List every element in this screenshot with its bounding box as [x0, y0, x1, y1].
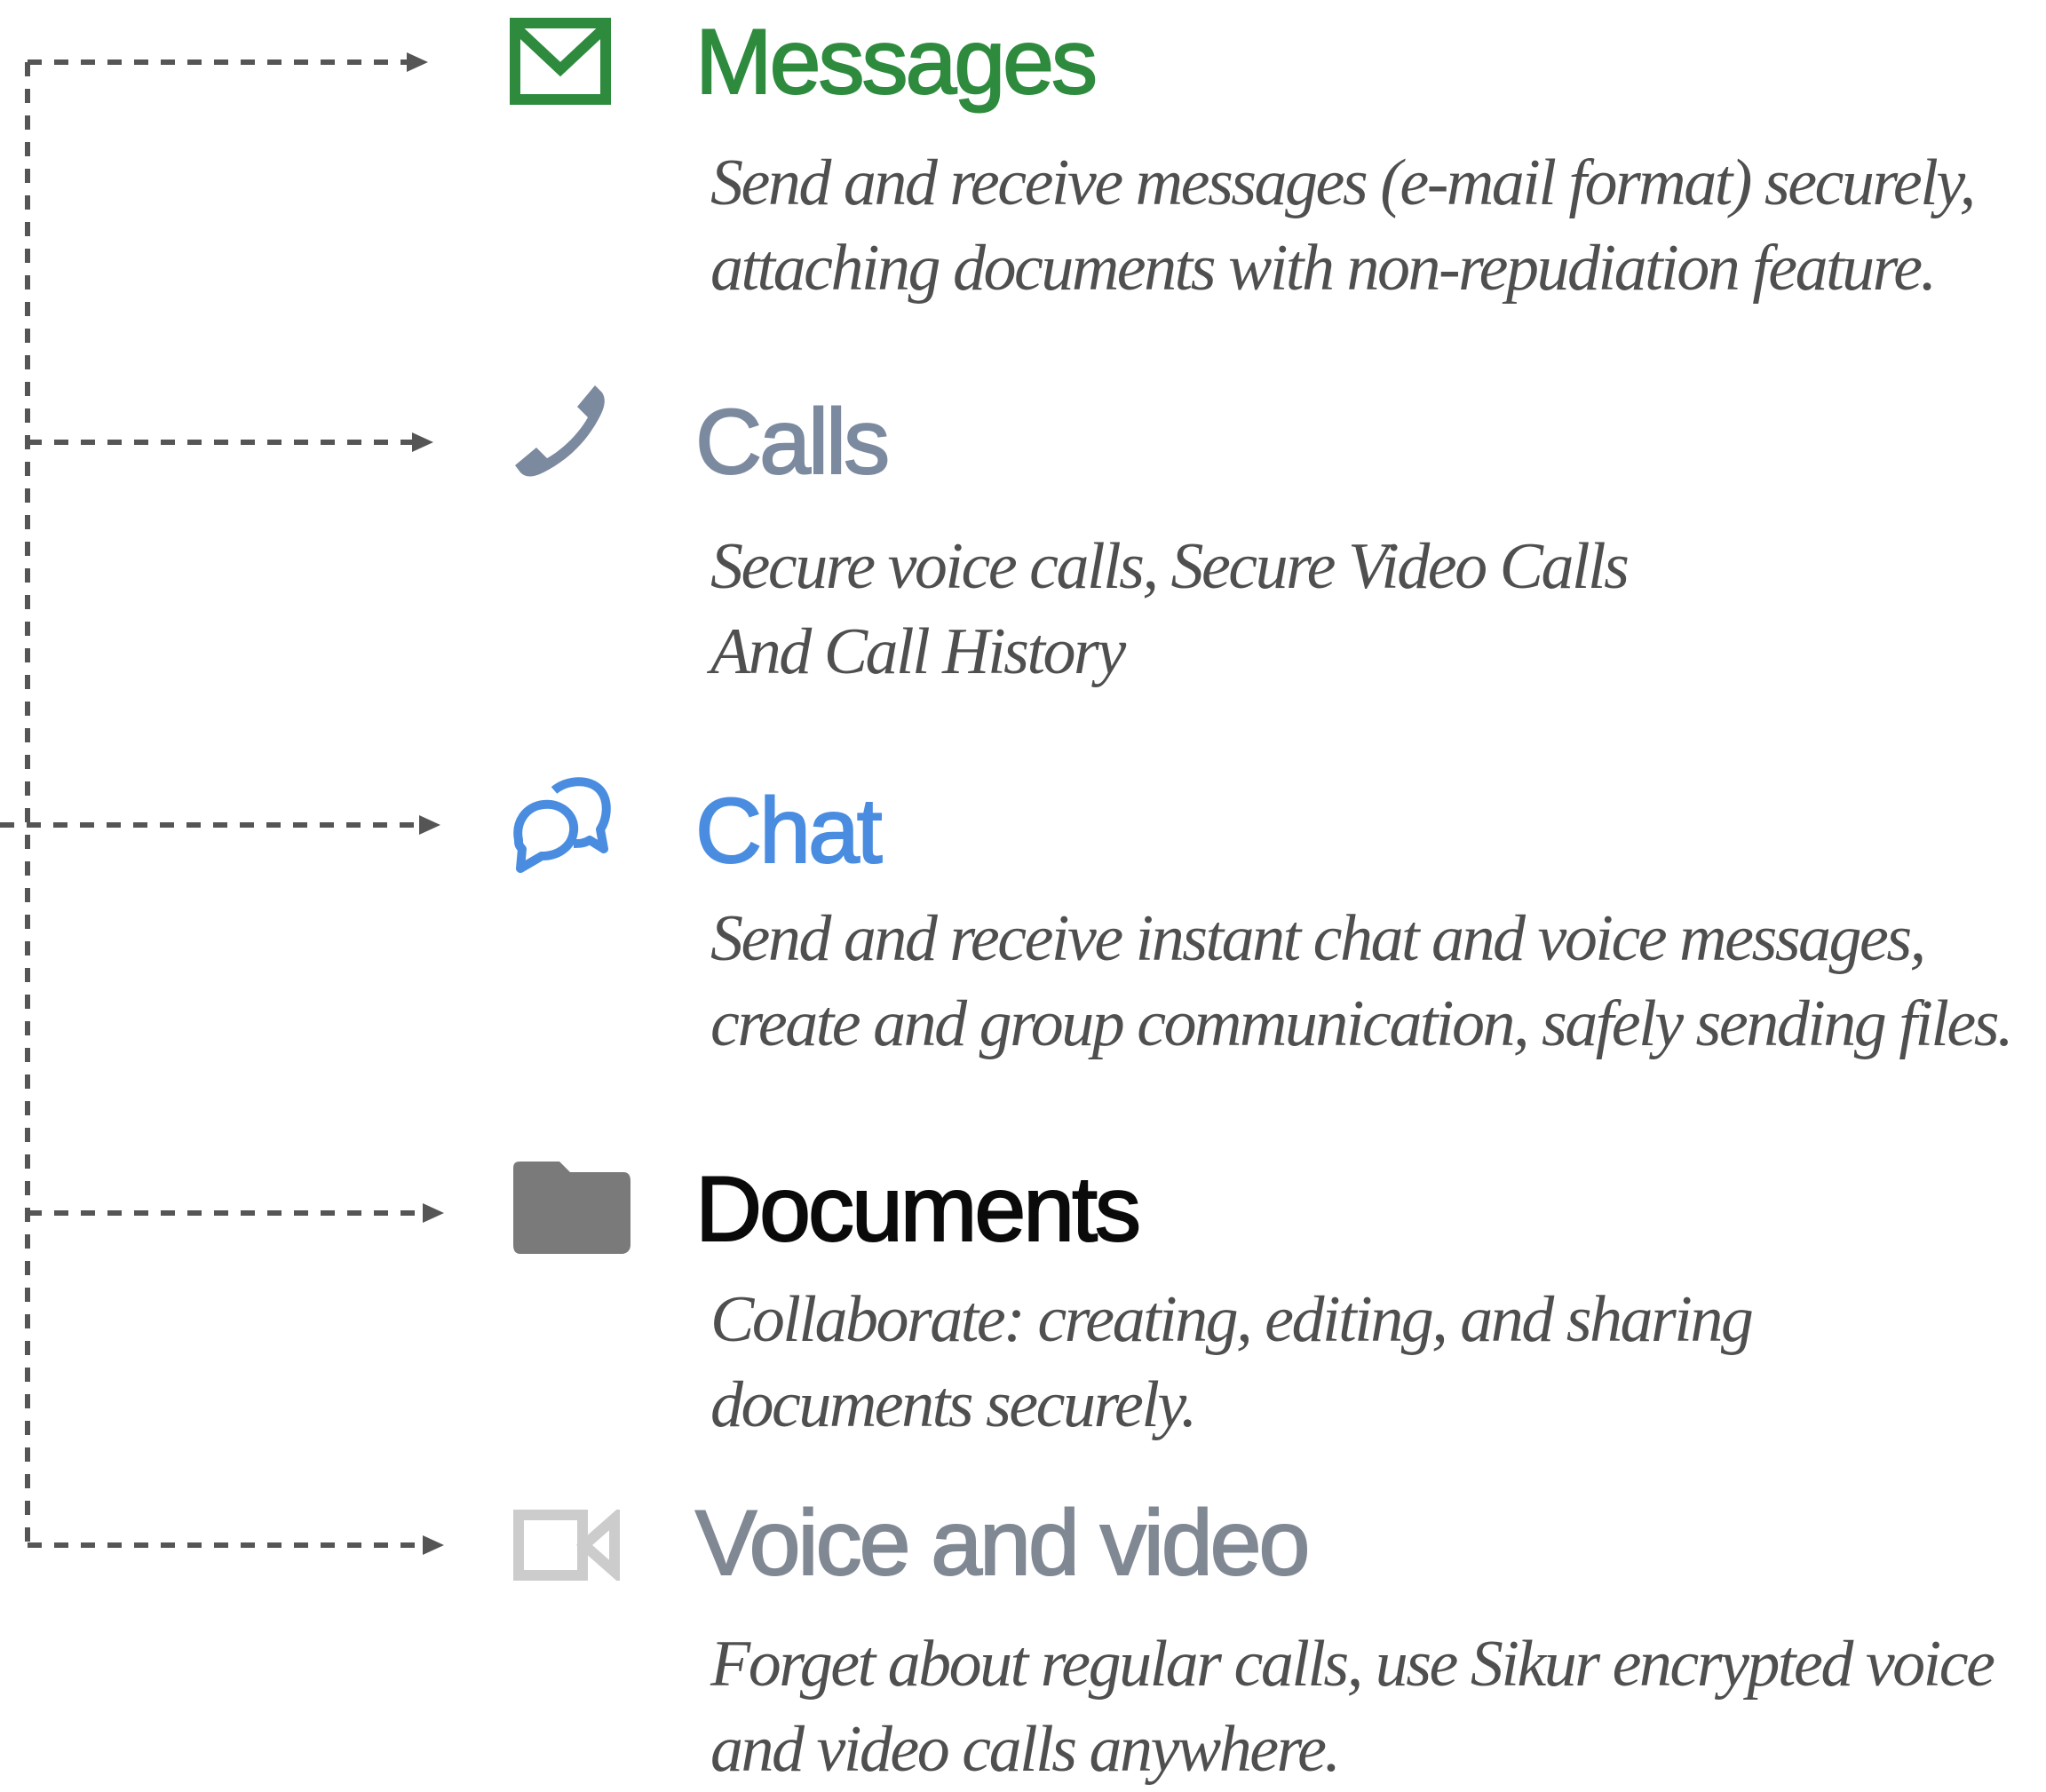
arrowhead-messages [407, 52, 428, 72]
description-line: Collaborate: creating, editing, and shar… [710, 1283, 1754, 1356]
description-line: And Call History [710, 615, 1126, 688]
description-line: Secure voice calls, Secure Video Calls [710, 530, 1630, 603]
feature-description-voice-and-video: Forget about regular calls, use Sikur en… [710, 1622, 1995, 1792]
description-line: and video calls anywhere. [710, 1713, 1341, 1786]
folder-icon [513, 1162, 630, 1254]
description-line: documents securely. [710, 1368, 1197, 1441]
description-line: Send and receive instant chat and voice … [710, 902, 1926, 975]
description-line: Forget about regular calls, use Sikur en… [710, 1628, 1995, 1701]
feature-description-chat: Send and receive instant chat and voice … [710, 896, 2014, 1066]
feature-title-voice-and-video: Voice and video [694, 1492, 1311, 1595]
feature-title-chat: Chat [694, 780, 884, 883]
feature-title-documents: Documents [694, 1158, 1142, 1261]
arrowhead-calls [412, 432, 433, 452]
feature-description-messages: Send and receive messages (e-mail format… [710, 140, 1976, 311]
phone-icon [515, 385, 605, 477]
description-line: create and group communication, safely s… [710, 987, 2014, 1060]
feature-title-messages: Messages [694, 11, 1098, 114]
arrowhead-voice-video [423, 1535, 444, 1555]
feature-description-calls: Secure voice calls, Secure Video Calls A… [710, 524, 1630, 694]
feature-title-calls: Calls [694, 391, 891, 494]
envelope-icon [510, 18, 611, 105]
arrowhead-documents [423, 1203, 444, 1223]
description-line: Send and receive messages (e-mail format… [710, 147, 1976, 219]
description-line: attaching documents with non-repudiation… [710, 232, 1937, 305]
arrowhead-chat [419, 815, 440, 835]
chat-bubbles-icon [513, 777, 611, 873]
video-camera-icon [513, 1510, 620, 1581]
feature-description-documents: Collaborate: creating, editing, and shar… [710, 1277, 1754, 1447]
